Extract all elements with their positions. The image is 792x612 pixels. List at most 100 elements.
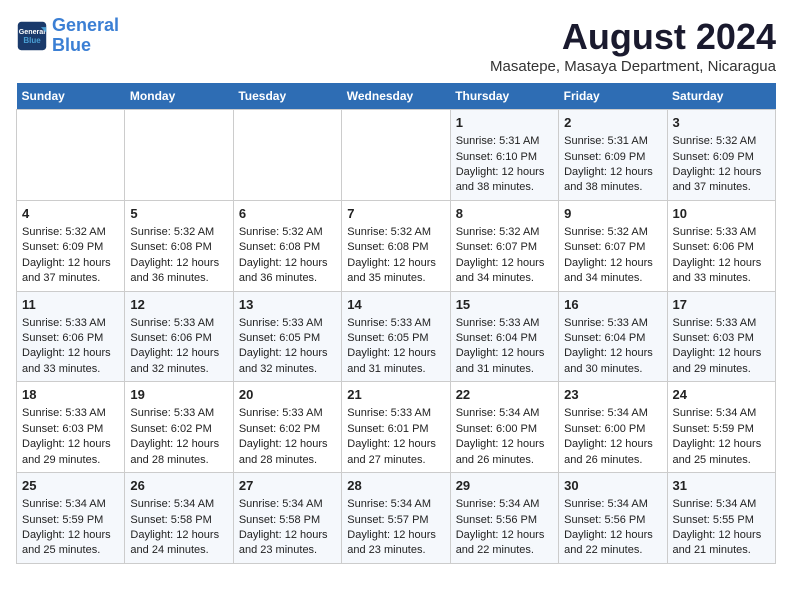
day-info: Sunset: 6:07 PM: [456, 240, 553, 255]
day-info: and 35 minutes.: [347, 271, 444, 286]
day-info: Sunrise: 5:32 AM: [239, 225, 336, 240]
day-info: Daylight: 12 hours: [456, 437, 553, 452]
day-number: 15: [456, 296, 553, 314]
day-info: and 36 minutes.: [130, 271, 227, 286]
calendar-cell: 2Sunrise: 5:31 AMSunset: 6:09 PMDaylight…: [559, 110, 667, 201]
day-number: 22: [456, 386, 553, 404]
day-info: Sunrise: 5:32 AM: [130, 225, 227, 240]
day-number: 12: [130, 296, 227, 314]
calendar-cell: 19Sunrise: 5:33 AMSunset: 6:02 PMDayligh…: [125, 382, 233, 473]
day-info: and 31 minutes.: [347, 362, 444, 377]
day-info: and 21 minutes.: [673, 543, 770, 558]
day-number: 21: [347, 386, 444, 404]
weekday-header-monday: Monday: [125, 83, 233, 110]
day-info: Sunrise: 5:34 AM: [456, 406, 553, 421]
day-number: 3: [673, 114, 770, 132]
day-info: Sunset: 6:09 PM: [673, 150, 770, 165]
calendar-cell: 29Sunrise: 5:34 AMSunset: 5:56 PMDayligh…: [450, 473, 558, 564]
day-number: 11: [22, 296, 119, 314]
day-info: Sunset: 6:00 PM: [456, 422, 553, 437]
day-info: Sunrise: 5:32 AM: [347, 225, 444, 240]
day-info: Daylight: 12 hours: [22, 437, 119, 452]
day-number: 14: [347, 296, 444, 314]
day-info: Sunrise: 5:34 AM: [673, 406, 770, 421]
day-info: Sunset: 6:08 PM: [347, 240, 444, 255]
calendar-cell: [125, 110, 233, 201]
day-info: Daylight: 12 hours: [673, 256, 770, 271]
day-info: Sunset: 6:06 PM: [130, 331, 227, 346]
day-number: 6: [239, 205, 336, 223]
day-info: Daylight: 12 hours: [564, 437, 661, 452]
calendar-table: SundayMondayTuesdayWednesdayThursdayFrid…: [16, 83, 776, 564]
weekday-header-sunday: Sunday: [17, 83, 125, 110]
day-info: and 24 minutes.: [130, 543, 227, 558]
day-info: Daylight: 12 hours: [564, 165, 661, 180]
calendar-header: General Blue General Blue August 2024 Ma…: [16, 16, 776, 75]
calendar-cell: 30Sunrise: 5:34 AMSunset: 5:56 PMDayligh…: [559, 473, 667, 564]
day-info: Sunset: 5:59 PM: [673, 422, 770, 437]
day-info: Daylight: 12 hours: [456, 256, 553, 271]
day-info: Daylight: 12 hours: [673, 346, 770, 361]
svg-text:General: General: [19, 28, 46, 36]
calendar-cell: 22 Sunrise: 5:34 AMSunset: 6:00 PMDayligh…: [450, 382, 558, 473]
day-info: and 32 minutes.: [239, 362, 336, 377]
logo-line2: Blue: [52, 35, 91, 55]
day-info: and 27 minutes.: [347, 453, 444, 468]
day-info: Sunrise: 5:33 AM: [564, 316, 661, 331]
day-info: Sunrise: 5:33 AM: [347, 406, 444, 421]
logo-text: General Blue: [52, 16, 119, 56]
day-number: 18: [22, 386, 119, 404]
day-info: Sunrise: 5:34 AM: [564, 497, 661, 512]
calendar-cell: 20Sunrise: 5:33 AMSunset: 6:02 PMDayligh…: [233, 382, 341, 473]
day-info: Sunrise: 5:32 AM: [673, 134, 770, 149]
day-number: 8: [456, 205, 553, 223]
day-info: Daylight: 12 hours: [239, 346, 336, 361]
day-info: and 23 minutes.: [347, 543, 444, 558]
day-info: Sunset: 5:55 PM: [673, 513, 770, 528]
calendar-cell: 25Sunrise: 5:34 AMSunset: 5:59 PMDayligh…: [17, 473, 125, 564]
day-info: Daylight: 12 hours: [347, 346, 444, 361]
day-info: and 37 minutes.: [673, 180, 770, 195]
day-info: Sunrise: 5:33 AM: [239, 406, 336, 421]
day-number: 30: [564, 477, 661, 495]
day-info: Sunset: 6:05 PM: [347, 331, 444, 346]
day-info: Sunset: 5:58 PM: [130, 513, 227, 528]
calendar-cell: 9Sunrise: 5:32 AMSunset: 6:07 PMDaylight…: [559, 200, 667, 291]
day-info: Sunrise: 5:33 AM: [347, 316, 444, 331]
day-info: Daylight: 12 hours: [130, 346, 227, 361]
day-info: and 22 minutes.: [564, 543, 661, 558]
day-info: Sunrise: 5:33 AM: [22, 316, 119, 331]
day-info: and 32 minutes.: [130, 362, 227, 377]
day-info: Daylight: 12 hours: [673, 437, 770, 452]
day-info: and 28 minutes.: [130, 453, 227, 468]
calendar-cell: 3 Sunrise: 5:32 AMSunset: 6:09 PMDaylight…: [667, 110, 775, 201]
calendar-cell: [342, 110, 450, 201]
day-info: Sunrise: 5:33 AM: [239, 316, 336, 331]
day-info: Sunset: 5:56 PM: [564, 513, 661, 528]
day-info: Sunset: 5:58 PM: [239, 513, 336, 528]
day-number: 9: [564, 205, 661, 223]
day-info: Sunrise: 5:34 AM: [239, 497, 336, 512]
day-info: Sunset: 6:08 PM: [130, 240, 227, 255]
calendar-cell: 31Sunrise: 5:34 AMSunset: 5:55 PMDayligh…: [667, 473, 775, 564]
weekday-header-saturday: Saturday: [667, 83, 775, 110]
day-info: Sunrise: 5:33 AM: [130, 316, 227, 331]
calendar-cell: 11Sunrise: 5:33 AMSunset: 6:06 PMDayligh…: [17, 291, 125, 382]
calendar-cell: 12 Sunrise: 5:33 AMSunset: 6:06 PMDayligh…: [125, 291, 233, 382]
calendar-cell: 18Sunrise: 5:33 AMSunset: 6:03 PMDayligh…: [17, 382, 125, 473]
day-info: Daylight: 12 hours: [673, 165, 770, 180]
day-info: Daylight: 12 hours: [239, 528, 336, 543]
day-number: 17: [673, 296, 770, 314]
calendar-cell: 7Sunrise: 5:32 AMSunset: 6:08 PMDaylight…: [342, 200, 450, 291]
calendar-title: August 2024: [490, 16, 776, 58]
day-info: and 34 minutes.: [564, 271, 661, 286]
day-number: 5: [130, 205, 227, 223]
logo-icon: General Blue: [16, 20, 48, 52]
title-area: August 2024 Masatepe, Masaya Department,…: [490, 16, 776, 75]
day-info: Daylight: 12 hours: [130, 528, 227, 543]
day-info: Sunset: 6:03 PM: [673, 331, 770, 346]
day-number: 7: [347, 205, 444, 223]
calendar-cell: [233, 110, 341, 201]
day-info: Sunrise: 5:33 AM: [673, 316, 770, 331]
svg-text:Blue: Blue: [23, 36, 41, 45]
